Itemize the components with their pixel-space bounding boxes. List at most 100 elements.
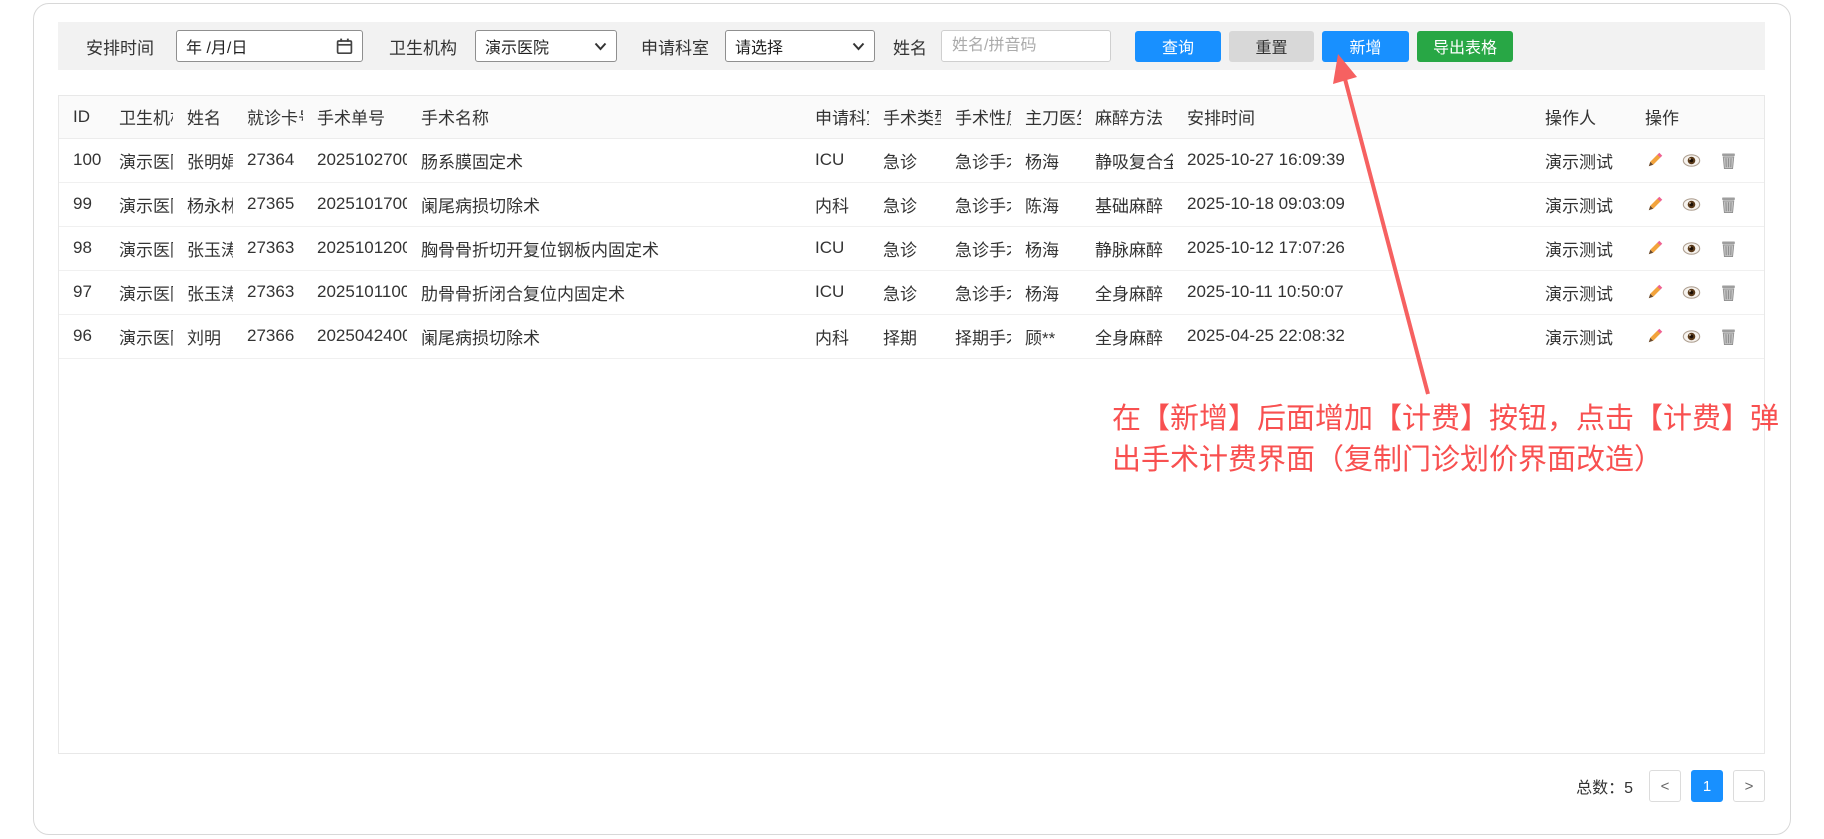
cell-nature: 急诊手术 xyxy=(941,270,1011,314)
col-header-org: 卫生机构 xyxy=(105,96,173,138)
pencil-icon xyxy=(1645,151,1664,170)
cell-order-no: 202504240001 xyxy=(303,314,407,358)
cell-card-no: 27366 xyxy=(233,314,303,358)
institution-select[interactable]: 演示医院 xyxy=(475,30,617,62)
chevron-down-icon xyxy=(852,42,865,51)
cell-card-no: 27363 xyxy=(233,270,303,314)
cell-card-no: 27363 xyxy=(233,226,303,270)
schedule-time-date-input[interactable]: 年 /月/日 xyxy=(176,30,363,62)
annotation-line-1: 在【新增】后面增加【计费】按钮，点击【计费】弹 xyxy=(1112,399,1817,440)
cell-time: 2025-10-27 16:09:39 xyxy=(1173,138,1531,182)
cell-anesthesia: 全身麻醉 xyxy=(1081,270,1173,314)
next-page-button[interactable]: > xyxy=(1733,770,1765,802)
eye-icon xyxy=(1682,283,1701,302)
cell-card-no: 27364 xyxy=(233,138,303,182)
cell-surgeon: 陈海 xyxy=(1011,182,1081,226)
eye-icon xyxy=(1682,239,1701,258)
col-header-card-no: 就诊卡号 xyxy=(233,96,303,138)
edit-button[interactable] xyxy=(1645,283,1664,302)
col-header-surgeon: 主刀医生 xyxy=(1011,96,1081,138)
view-button[interactable] xyxy=(1682,151,1701,170)
cell-anesthesia: 静脉麻醉 xyxy=(1081,226,1173,270)
cell-dept: ICU xyxy=(801,138,869,182)
export-button[interactable]: 导出表格 xyxy=(1417,31,1513,62)
view-button[interactable] xyxy=(1682,327,1701,346)
view-button[interactable] xyxy=(1682,239,1701,258)
col-header-operator: 操作人 xyxy=(1531,96,1631,138)
cell-nature: 急诊手术 xyxy=(941,182,1011,226)
cell-actions xyxy=(1631,138,1764,182)
cell-id: 98 xyxy=(59,226,105,270)
col-header-time: 安排时间 xyxy=(1173,96,1531,138)
cell-time: 2025-10-18 09:03:09 xyxy=(1173,182,1531,226)
cell-order-no: 202510120001 xyxy=(303,226,407,270)
reset-button[interactable]: 重置 xyxy=(1229,31,1314,62)
cell-type: 急诊 xyxy=(869,182,941,226)
institution-label: 卫生机构 xyxy=(389,34,457,59)
cell-surgery: 阑尾病损切除术 xyxy=(407,182,801,226)
view-button[interactable] xyxy=(1682,195,1701,214)
delete-button[interactable] xyxy=(1719,239,1738,258)
cell-id: 100 xyxy=(59,138,105,182)
col-header-dept: 申请科室 xyxy=(801,96,869,138)
cell-actions xyxy=(1631,270,1764,314)
delete-button[interactable] xyxy=(1719,327,1738,346)
table-row: 96 演示医院 刘明 27366 202504240001 阑尾病损切除术 内科… xyxy=(59,314,1764,358)
cell-type: 择期 xyxy=(869,314,941,358)
pencil-icon xyxy=(1645,195,1664,214)
delete-button[interactable] xyxy=(1719,283,1738,302)
cell-time: 2025-04-25 22:08:32 xyxy=(1173,314,1531,358)
cell-name: 杨永林 xyxy=(173,182,233,226)
cell-type: 急诊 xyxy=(869,226,941,270)
edit-button[interactable] xyxy=(1645,327,1664,346)
cell-order-no: 202510270001 xyxy=(303,138,407,182)
table-header-row: ID 卫生机构 姓名 就诊卡号 手术单号 手术名称 申请科室 手术类型 手术性质… xyxy=(59,96,1764,138)
query-button[interactable]: 查询 xyxy=(1135,31,1221,62)
cell-surgery: 肠系膜固定术 xyxy=(407,138,801,182)
cell-org: 演示医院 xyxy=(105,182,173,226)
col-header-id: ID xyxy=(59,96,105,138)
cell-dept: ICU xyxy=(801,270,869,314)
col-header-surgery: 手术名称 xyxy=(407,96,801,138)
patient-name-input[interactable] xyxy=(941,30,1111,62)
annotation-line-2: 出手术计费界面（复制门诊划价界面改造） xyxy=(1112,440,1817,481)
cell-operator: 演示测试 xyxy=(1531,314,1631,358)
add-button[interactable]: 新增 xyxy=(1322,31,1409,62)
cell-org: 演示医院 xyxy=(105,138,173,182)
cell-surgeon: 顾** xyxy=(1011,314,1081,358)
delete-button[interactable] xyxy=(1719,195,1738,214)
trash-icon xyxy=(1719,327,1738,346)
trash-icon xyxy=(1719,239,1738,258)
col-header-actions: 操作 xyxy=(1631,96,1764,138)
view-button[interactable] xyxy=(1682,283,1701,302)
delete-button[interactable] xyxy=(1719,151,1738,170)
date-placeholder: 年 /月/日 xyxy=(186,34,247,58)
chevron-down-icon xyxy=(594,42,607,51)
patient-name-label: 姓名 xyxy=(893,34,927,59)
col-header-name: 姓名 xyxy=(173,96,233,138)
cell-surgery: 肋骨骨折闭合复位内固定术 xyxy=(407,270,801,314)
col-header-anesthesia: 麻醉方法 xyxy=(1081,96,1173,138)
edit-button[interactable] xyxy=(1645,195,1664,214)
prev-page-button[interactable]: < xyxy=(1649,770,1681,802)
cell-dept: 内科 xyxy=(801,182,869,226)
cell-order-no: 202510170001 xyxy=(303,182,407,226)
table-row: 99 演示医院 杨永林 27365 202510170001 阑尾病损切除术 内… xyxy=(59,182,1764,226)
table-row: 98 演示医院 张玉涛 27363 202510120001 胸骨骨折切开复位钢… xyxy=(59,226,1764,270)
cell-order-no: 202510110001 xyxy=(303,270,407,314)
annotation-note: 在【新增】后面增加【计费】按钮，点击【计费】弹 出手术计费界面（复制门诊划价界面… xyxy=(1112,399,1817,481)
cell-nature: 择期手术 xyxy=(941,314,1011,358)
page-1-button[interactable]: 1 xyxy=(1691,770,1723,802)
table-row: 100 演示医院 张明娟 27364 202510270001 肠系膜固定术 I… xyxy=(59,138,1764,182)
pencil-icon xyxy=(1645,239,1664,258)
department-select[interactable]: 请选择 xyxy=(725,30,875,62)
cell-id: 99 xyxy=(59,182,105,226)
pencil-icon xyxy=(1645,327,1664,346)
cell-name: 刘明 xyxy=(173,314,233,358)
cell-anesthesia: 静吸复合全麻 xyxy=(1081,138,1173,182)
edit-button[interactable] xyxy=(1645,151,1664,170)
cell-name: 张玉涛 xyxy=(173,226,233,270)
edit-button[interactable] xyxy=(1645,239,1664,258)
trash-icon xyxy=(1719,283,1738,302)
cell-operator: 演示测试 xyxy=(1531,226,1631,270)
